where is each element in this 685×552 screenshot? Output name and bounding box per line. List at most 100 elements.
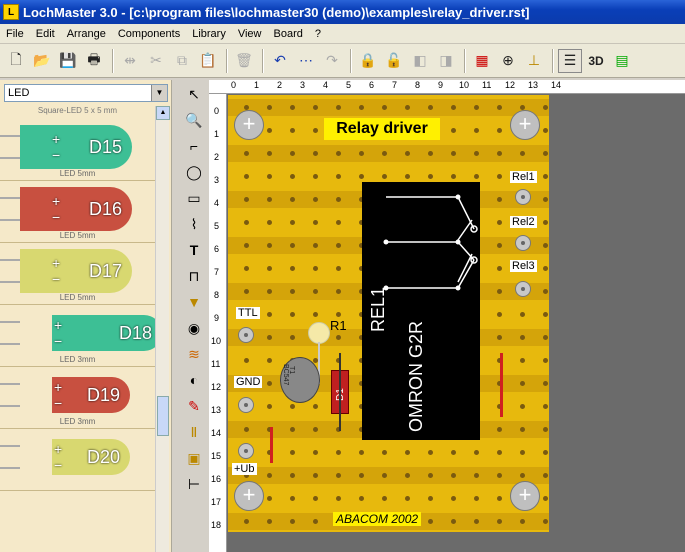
ruler-tick: 4: [323, 80, 329, 90]
board-hole: [313, 220, 318, 225]
list-item[interactable]: + − D19 LED 3mm: [0, 367, 155, 429]
text-tool-icon[interactable]: T: [182, 238, 206, 262]
menu-library[interactable]: Library: [186, 28, 232, 40]
grid-icon[interactable]: ▤: [610, 49, 634, 73]
menu-components[interactable]: Components: [112, 28, 186, 40]
menu-view[interactable]: View: [232, 28, 268, 40]
board-hole: [290, 151, 295, 156]
list-item[interactable]: + − D18 LED 3mm: [0, 305, 155, 367]
board-hole: [543, 358, 548, 363]
delete-icon[interactable]: 🗑: [232, 49, 256, 73]
library-scrollbar[interactable]: ▲: [155, 106, 170, 552]
ruler-tick: 10: [211, 336, 222, 346]
ruler-tick: 6: [369, 80, 375, 90]
board-hole: [405, 496, 410, 501]
resistor-r1[interactable]: [308, 322, 330, 344]
board-hole: [336, 289, 341, 294]
flip-icon[interactable]: ⇹: [118, 49, 142, 73]
board-hole: [497, 312, 502, 317]
lock-icon[interactable]: 🔒: [356, 49, 380, 73]
connect-icon[interactable]: ⊕: [496, 49, 520, 73]
rel1-pad[interactable]: [515, 189, 531, 205]
mounting-hole: +: [234, 481, 264, 511]
3d-view-button[interactable]: 3D: [584, 49, 608, 73]
menu-file[interactable]: File: [0, 28, 30, 40]
rel2-pad[interactable]: [515, 235, 531, 251]
cut-strip-icon[interactable]: ≋: [182, 342, 206, 366]
strip-tool-icon[interactable]: Ⅱ: [182, 420, 206, 444]
measure-icon[interactable]: ⊥: [522, 49, 546, 73]
bridge-tool-icon[interactable]: ⊓: [182, 264, 206, 288]
ruler-tick: 2: [214, 152, 220, 162]
solder-tool-icon[interactable]: ▼: [182, 290, 206, 314]
component-tool-icon[interactable]: ▣: [182, 446, 206, 470]
ruler-tick: 5: [346, 80, 352, 90]
gnd-pad[interactable]: [238, 397, 254, 413]
board-hole: [497, 151, 502, 156]
cut-icon[interactable]: ✂: [144, 49, 168, 73]
undo-icon[interactable]: ↶: [268, 49, 292, 73]
ungroup-icon[interactable]: ◨: [434, 49, 458, 73]
rel3-pad[interactable]: [515, 281, 531, 297]
ellipse-tool-icon[interactable]: ◯: [182, 160, 206, 184]
new-icon[interactable]: 🗋: [4, 49, 28, 73]
paste-icon[interactable]: 📋: [196, 49, 220, 73]
ttl-pad[interactable]: [238, 327, 254, 343]
unlock-icon[interactable]: 🔓: [382, 49, 406, 73]
save-icon[interactable]: 💾: [56, 49, 80, 73]
led-legs: [0, 135, 20, 159]
zoom-icon[interactable]: 🔍: [182, 108, 206, 132]
menu-edit[interactable]: Edit: [30, 28, 61, 40]
stripboard[interactable]: + + + + Relay driver REL1 OMRON G2R Rel1…: [228, 95, 549, 532]
ub-label: +Ub: [232, 463, 257, 475]
led-legs: [0, 383, 20, 407]
list-item[interactable]: + − D16 LED 5mm: [0, 181, 155, 243]
group-icon[interactable]: ◧: [408, 49, 432, 73]
layer-icon[interactable]: ☰: [558, 48, 582, 73]
board-watermark: ABACOM 2002: [333, 512, 422, 526]
wire-bridge[interactable]: [500, 353, 503, 417]
list-item[interactable]: + − D15 LED 5mm: [0, 119, 155, 181]
library-select[interactable]: LED ▼: [4, 84, 168, 102]
scroll-up-icon[interactable]: ▲: [156, 106, 170, 120]
app-icon: L: [3, 4, 19, 20]
scroll-thumb[interactable]: [157, 396, 169, 436]
board-hole: [267, 496, 272, 501]
wire-bridge[interactable]: [270, 427, 273, 463]
board-hole: [497, 197, 502, 202]
board-hole: [313, 174, 318, 179]
list-item[interactable]: + − D20: [0, 429, 155, 491]
board-hole: [474, 496, 479, 501]
polygon-tool-icon[interactable]: ⌇: [182, 212, 206, 236]
redo-icon[interactable]: ↷: [320, 49, 344, 73]
measure-tool-icon[interactable]: ⊢: [182, 472, 206, 496]
led-icon: + − D20: [52, 439, 130, 475]
edit-tool-icon[interactable]: ✎: [182, 394, 206, 418]
select-arrow-icon[interactable]: ↖: [182, 82, 206, 106]
board-hole: [359, 174, 364, 179]
chevron-down-icon[interactable]: ▼: [151, 85, 167, 101]
relay-component[interactable]: REL1 OMRON G2R: [362, 182, 480, 440]
ruler-tick: 0: [214, 106, 220, 116]
ub-pad[interactable]: [238, 443, 254, 459]
drill-tool-icon[interactable]: ◐: [182, 368, 206, 392]
menu-board[interactable]: Board: [268, 28, 309, 40]
rectangle-tool-icon[interactable]: ▭: [182, 186, 206, 210]
board-hole: [290, 197, 295, 202]
ruler-tick: 14: [551, 80, 562, 90]
open-icon[interactable]: 📂: [30, 49, 54, 73]
wire-tool-icon[interactable]: ⌐: [182, 134, 206, 158]
menu-help[interactable]: ?: [309, 28, 327, 40]
pad-tool-icon[interactable]: ◉: [182, 316, 206, 340]
board-hole: [520, 427, 525, 432]
copy-icon[interactable]: ⧉: [170, 49, 194, 73]
menu-arrange[interactable]: Arrange: [61, 28, 112, 40]
print-icon[interactable]: 🖶: [82, 49, 106, 73]
board-hole: [405, 174, 410, 179]
transistor-t1[interactable]: T1 BC547: [280, 357, 320, 403]
list-item[interactable]: + − D17 LED 5mm: [0, 243, 155, 305]
color-icon[interactable]: ▦: [470, 49, 494, 73]
redo-dots-icon[interactable]: ⋯: [294, 49, 318, 73]
board-hole: [313, 473, 318, 478]
relay-type: OMRON G2R: [406, 320, 426, 432]
